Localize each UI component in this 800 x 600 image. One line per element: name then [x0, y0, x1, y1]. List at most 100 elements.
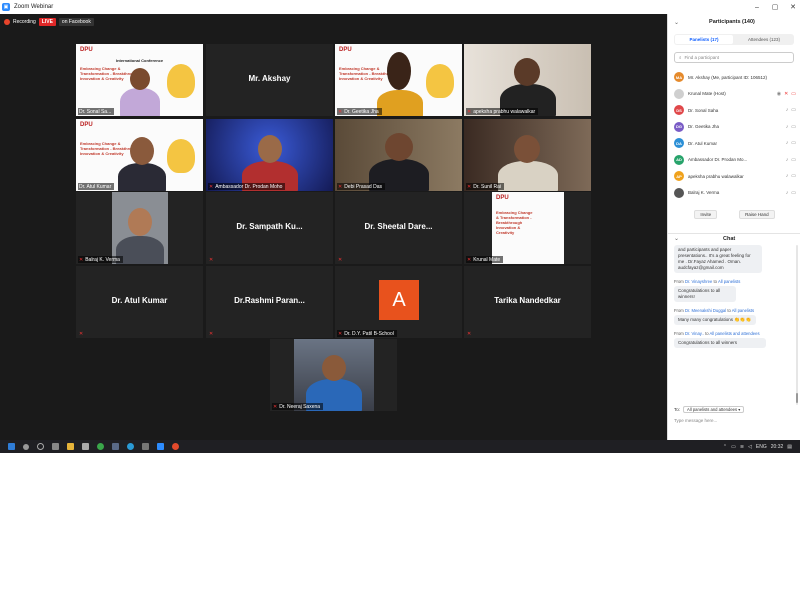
tile-name-tag: ✕ Dr. Geetika Jha — [337, 108, 382, 115]
dpu-logo: DPU — [80, 122, 93, 128]
battery-icon[interactable]: ▭ — [731, 444, 736, 450]
slide-theme: Embracing Change & Transformation - Brea… — [496, 210, 533, 235]
volume-icon[interactable]: ◁ — [748, 444, 752, 450]
video-tile[interactable]: DPU Embracing Change & Transformation - … — [76, 119, 203, 191]
muted-mic-icon: ✕ — [467, 256, 472, 263]
video-tile[interactable]: Tarika Nandedkar ✕ — [464, 266, 591, 338]
side-panel: ⌄ Participants (140) Panelists (17) Atte… — [667, 14, 800, 440]
mail-icon[interactable] — [142, 443, 149, 450]
muted-mic-icon: ✕ — [467, 330, 472, 337]
video-tile[interactable]: Dr.Rashmi Paran... ✕ — [206, 266, 333, 338]
sender-name[interactable]: Dr. Meenakshi Duggal — [685, 308, 726, 313]
participant-head — [387, 52, 411, 90]
store-icon[interactable] — [82, 443, 89, 450]
video-tile[interactable]: ✕ apeksha prabhu walawalkar — [464, 44, 591, 116]
tile-name-tag: ✕ — [466, 330, 474, 337]
tile-name-tag: ✕ — [78, 330, 86, 337]
maximize-button[interactable]: ▢ — [766, 0, 784, 14]
notifications-icon[interactable]: ▤ — [787, 444, 792, 450]
video-tile[interactable]: Mr. Akshay — [206, 44, 333, 116]
participant-row[interactable]: DG Dr. Geetika Jha ♪ ▭ — [674, 119, 796, 136]
scrollbar-thumb[interactable] — [796, 393, 798, 403]
participant-row[interactable]: DA Dr. Atul Kumar ♪ ▭ — [674, 135, 796, 152]
video-tile[interactable]: DPU Embracing Change & Transformation - … — [464, 192, 591, 264]
chat-input[interactable]: Type message here... — [674, 418, 794, 428]
media-icon[interactable] — [172, 443, 179, 450]
edge-icon[interactable] — [127, 443, 134, 450]
find-participant-input[interactable]: ⌕ Find a participant — [674, 52, 794, 63]
participant-name: Dr. Atul Kumar — [688, 140, 718, 146]
clock[interactable]: 20:32 — [771, 444, 784, 450]
participant-row[interactable]: DS Dr. Sonal Saha ♪ ▭ — [674, 102, 796, 119]
muted-mic-icon: ✕ — [784, 90, 789, 97]
video-tile[interactable]: DPU Embracing Change & Transformation - … — [335, 44, 462, 116]
share-screen-icon: ◉ — [776, 90, 782, 97]
chrome-icon[interactable] — [97, 443, 104, 450]
task-view-icon[interactable] — [52, 443, 59, 450]
tile-name-tag: Dr. Atul Kumar — [78, 183, 115, 190]
muted-mic-icon: ✕ — [79, 256, 84, 263]
windows-start-icon[interactable] — [8, 443, 15, 450]
chat-scrollbar[interactable] — [796, 245, 798, 405]
video-tile[interactable]: Dr. Sampath Ku... ✕ — [206, 192, 333, 264]
search-icon[interactable] — [23, 443, 29, 450]
recipient-name: All panelists — [717, 279, 741, 284]
video-tile[interactable]: ✕ Ambassador Dr. Prodan Moho — [206, 119, 333, 191]
avatar: MA — [674, 72, 684, 83]
dpu-logo: DPU — [80, 47, 93, 53]
raise-hand-button[interactable]: Raise Hand — [739, 210, 775, 219]
tile-name: Dr. Geetika Jha — [344, 108, 379, 115]
mic-icon: ♪ — [785, 173, 789, 180]
video-tile[interactable]: Dr. Atul Kumar ✕ — [76, 266, 203, 338]
zoom-app-icon: ▣ — [2, 3, 10, 11]
sender-name[interactable]: Dr. Vinayshree — [685, 279, 712, 284]
tab-attendees[interactable]: Attendees (123) — [735, 35, 793, 44]
video-tile[interactable]: A ✕ Dr. D.Y. Patil B-School — [335, 266, 462, 338]
chevron-down-icon[interactable]: ⌄ — [674, 235, 679, 242]
participant-row[interactable]: Balraj K. Verma ♪ ▭ — [674, 185, 796, 202]
participant-row[interactable]: AD Ambassador Dr. Prodan Mo... ♪ ▭ — [674, 152, 796, 169]
participant-actions: Invite Raise Hand — [668, 210, 800, 219]
tile-name-tag: ✕ Dr. Sunil Rai — [466, 183, 504, 190]
participant-row[interactable]: MA Mr. Akshay (Me, participant ID: 10651… — [674, 69, 796, 86]
participant-video — [118, 163, 166, 191]
video-tile[interactable]: ✕ Debi Prasad Das — [335, 119, 462, 191]
title-bar: ▣ Zoom Webinar – ▢ ✕ — [0, 0, 800, 14]
tile-name-tag: ✕ — [337, 256, 345, 263]
invite-button[interactable]: Invite — [694, 210, 718, 219]
shared-slide: DPU Embracing Change & Transformation - … — [492, 192, 564, 264]
tile-name: Dr. Sheetal Dare... — [364, 222, 433, 231]
participant-head — [514, 58, 540, 86]
avatar: DS — [674, 105, 684, 116]
video-tile[interactable]: ✕ Dr. Neeraj Saxena — [270, 339, 397, 411]
avatar: AP — [674, 171, 684, 182]
video-tile[interactable]: Dr. Sheetal Dare... ✕ — [335, 192, 462, 264]
app-icon[interactable] — [112, 443, 119, 450]
recipient-select[interactable]: All panelists and attendees ▾ — [683, 406, 745, 413]
participant-head — [130, 137, 154, 165]
chevron-up-icon[interactable]: ⌃ — [723, 444, 727, 450]
wifi-icon[interactable]: ≋ — [740, 444, 744, 450]
input-language[interactable]: ENG — [756, 444, 767, 450]
recipient-name: All panelists — [731, 308, 755, 313]
tab-panelists[interactable]: Panelists (17) — [675, 35, 733, 44]
cortana-icon[interactable] — [37, 443, 44, 450]
chat-log[interactable]: and participants and paper presentations… — [674, 245, 796, 400]
tile-name: Balraj K. Verma — [85, 256, 120, 263]
dpu-logo: DPU — [496, 195, 509, 201]
participant-row[interactable]: AP apeksha prabhu walawalkar ♪ ▭ — [674, 168, 796, 185]
video-tile[interactable]: DPU International Conference Embracing C… — [76, 44, 203, 116]
participant-video — [498, 161, 558, 191]
participant-row[interactable]: Krunal Mate (Host) ◉ ✕ ▭ — [674, 86, 796, 103]
sender-name[interactable]: Dr. Vinay.. — [685, 331, 704, 336]
live-badge[interactable]: LIVE — [38, 18, 56, 26]
zoom-taskbar-icon[interactable] — [157, 443, 164, 450]
minimize-button[interactable]: – — [748, 0, 766, 14]
participant-head — [258, 135, 282, 163]
video-tile[interactable]: ✕ Balraj K. Verma — [76, 192, 203, 264]
file-explorer-icon[interactable] — [67, 443, 74, 450]
close-button[interactable]: ✕ — [784, 0, 800, 14]
video-tile[interactable]: ✕ Dr. Sunil Rai — [464, 119, 591, 191]
from-prefix: From — [674, 331, 684, 336]
chevron-down-icon[interactable]: ⌄ — [674, 19, 679, 26]
